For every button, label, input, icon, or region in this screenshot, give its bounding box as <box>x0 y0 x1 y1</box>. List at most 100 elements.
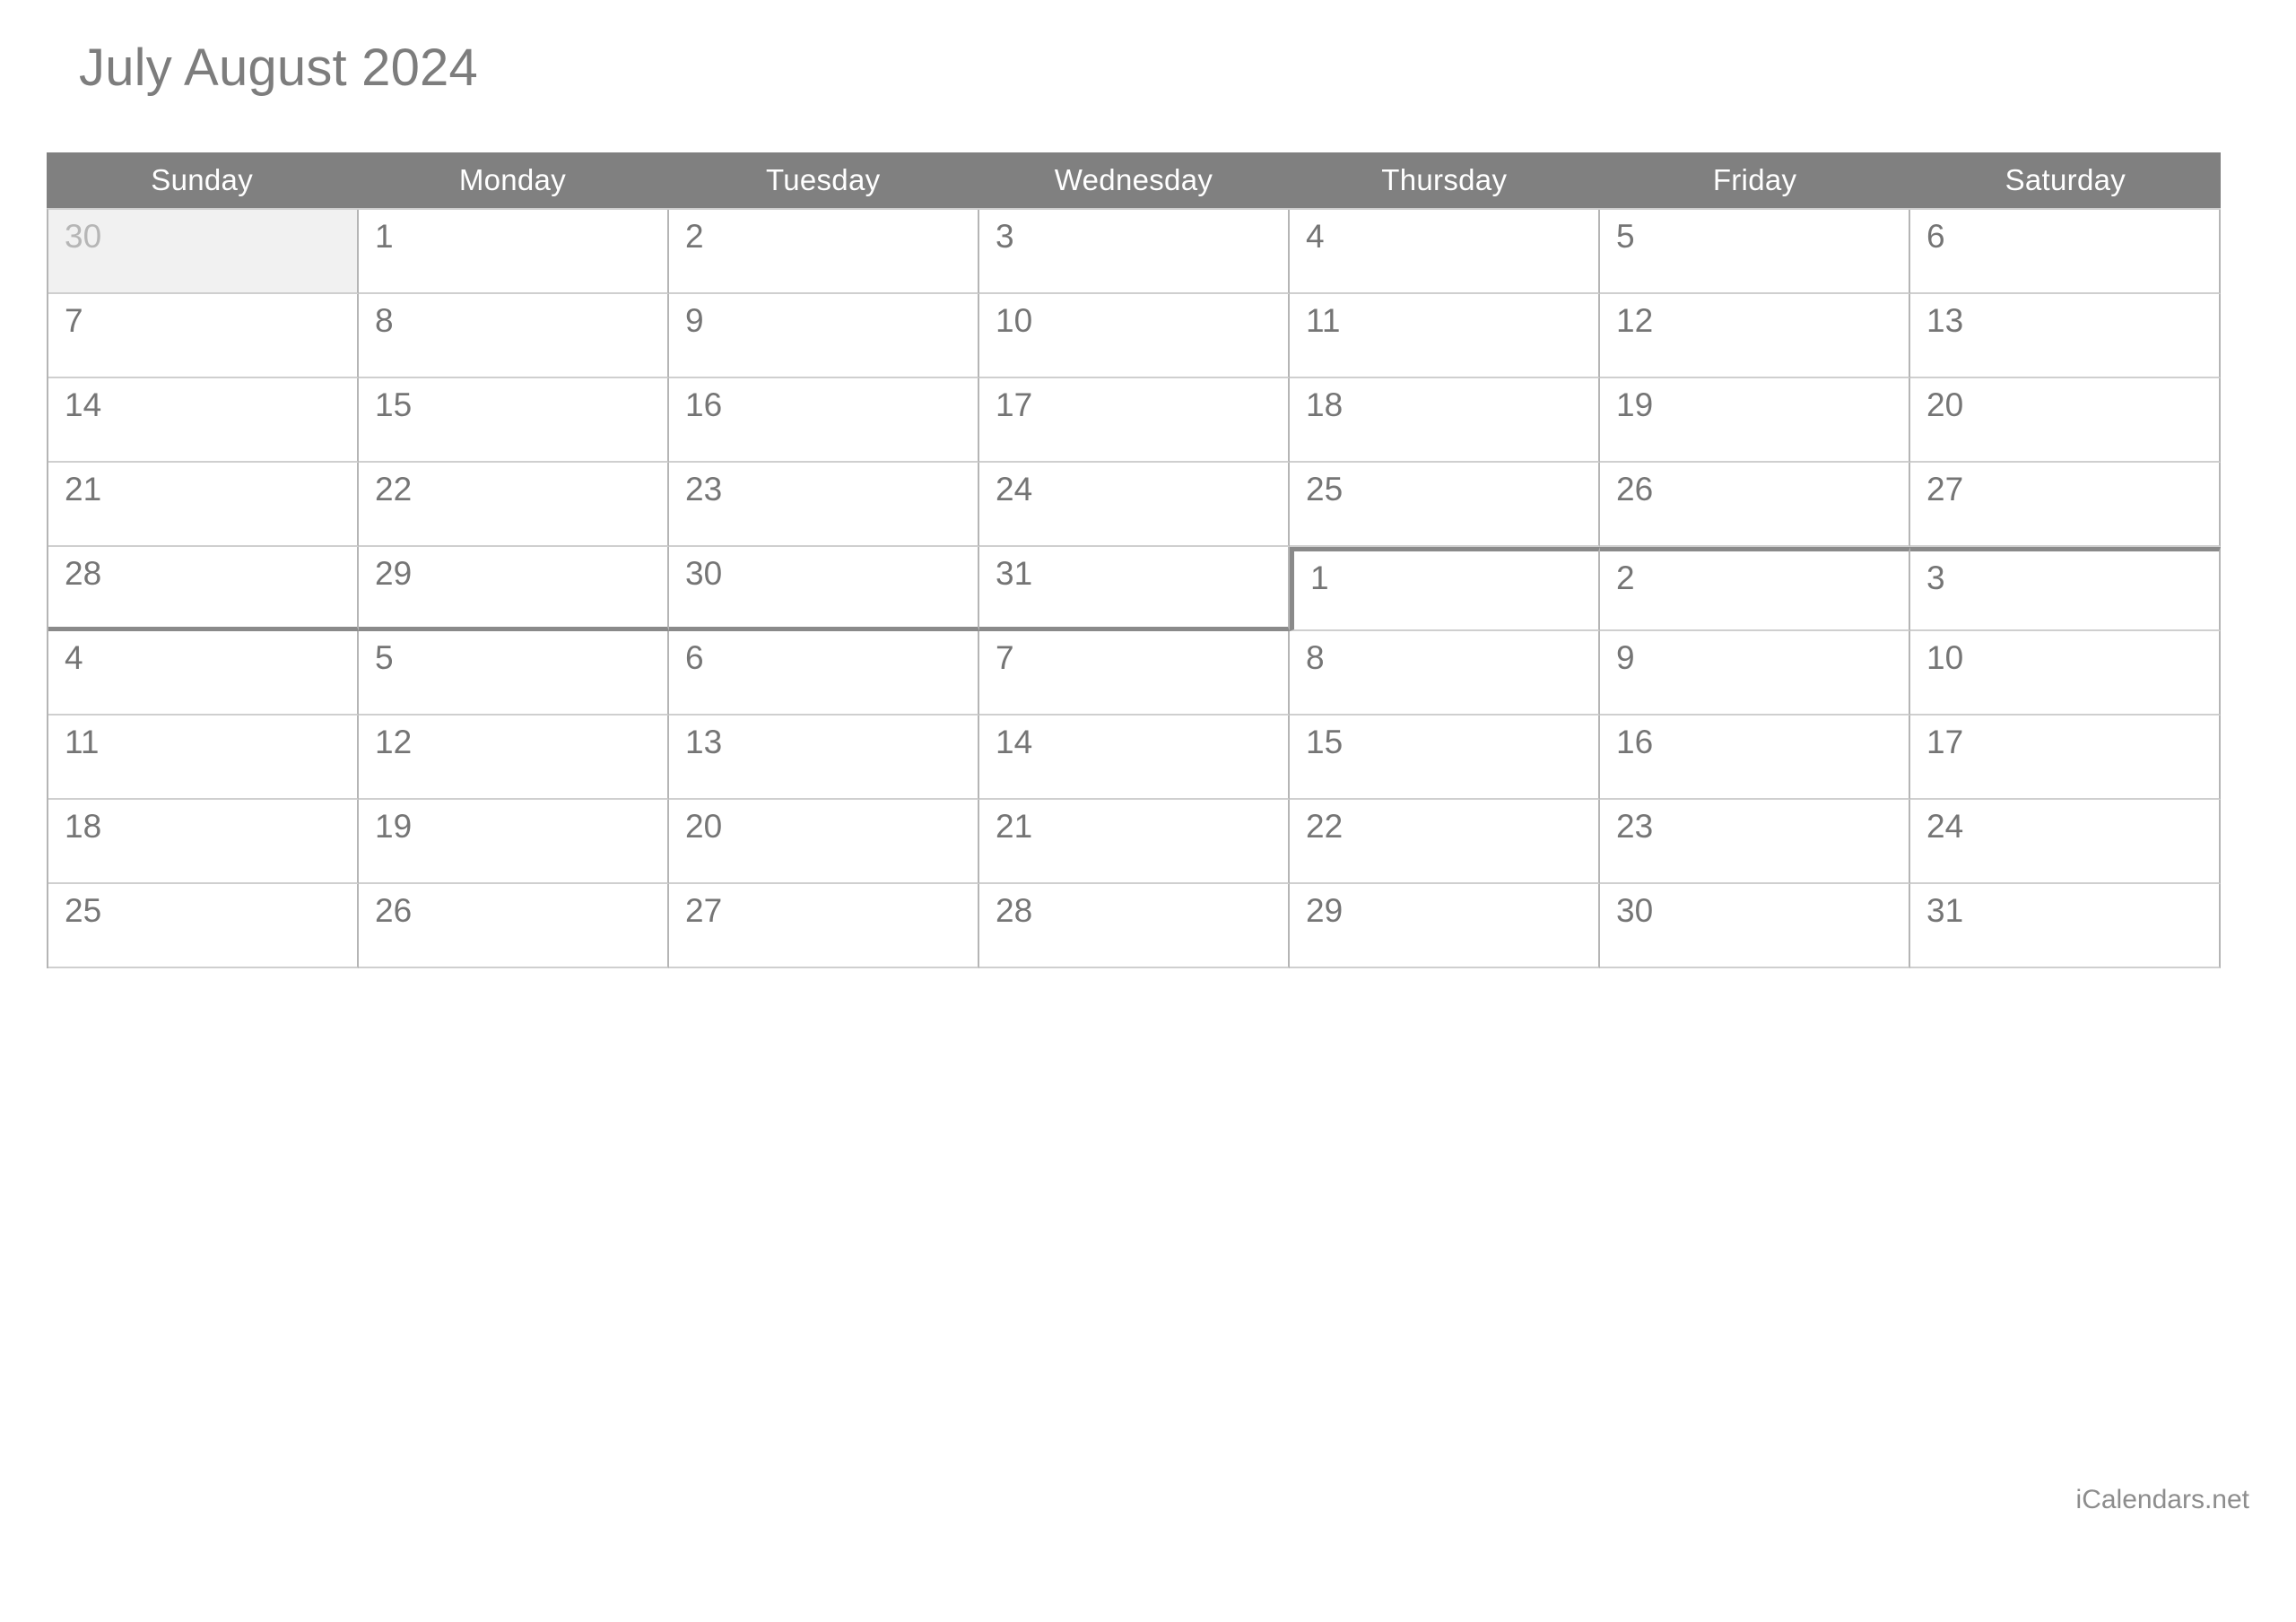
day-number: 26 <box>1616 471 1654 507</box>
day-cell[interactable]: 28 <box>979 884 1290 968</box>
day-cell[interactable]: 16 <box>1600 716 1910 800</box>
day-number: 11 <box>65 724 100 760</box>
day-cell[interactable]: 1 <box>359 210 669 294</box>
weekday-header-sunday: Sunday <box>151 163 253 196</box>
day-cell[interactable]: 10 <box>979 294 1290 378</box>
day-cell[interactable]: 28 <box>48 547 359 631</box>
day-cell[interactable]: 13 <box>1910 294 2221 378</box>
footer-attribution: iCalendars.net <box>2075 1485 2249 1514</box>
day-cell[interactable]: 27 <box>669 884 979 968</box>
day-cell[interactable]: 29 <box>359 547 669 631</box>
day-cell[interactable]: 2 <box>1600 547 1910 631</box>
weekday-header-saturday: Saturday <box>2005 163 2126 196</box>
day-cell[interactable]: 15 <box>1290 716 1600 800</box>
day-cell[interactable]: 30 <box>669 547 979 631</box>
day-cell[interactable]: 20 <box>1910 378 2221 463</box>
day-cell[interactable]: 6 <box>669 631 979 716</box>
day-cell[interactable]: 4 <box>1290 210 1600 294</box>
day-cell[interactable]: 1 <box>1290 547 1600 631</box>
day-cell[interactable]: 8 <box>1290 631 1600 716</box>
day-number: 11 <box>1306 302 1341 339</box>
day-cell[interactable]: 31 <box>1910 884 2221 968</box>
day-cell[interactable]: 17 <box>979 378 1290 463</box>
day-cell[interactable]: 10 <box>1910 631 2221 716</box>
day-cell[interactable]: 7 <box>48 294 359 378</box>
day-cell[interactable]: 21 <box>48 463 359 547</box>
day-cell[interactable]: 23 <box>1600 800 1910 884</box>
day-cell[interactable]: 31 <box>979 547 1290 631</box>
day-cell[interactable]: 27 <box>1910 463 2221 547</box>
day-number: 31 <box>996 555 1033 592</box>
day-cell[interactable]: 30 <box>1600 884 1910 968</box>
day-cell[interactable]: 15 <box>359 378 669 463</box>
day-cell[interactable]: 5 <box>359 631 669 716</box>
day-cell[interactable]: 25 <box>1290 463 1600 547</box>
calendar-grid: Sunday Monday Tuesday Wednesday Thursday Frid… <box>47 152 2221 968</box>
day-cell[interactable]: 24 <box>1910 800 2221 884</box>
day-number: 15 <box>375 386 413 423</box>
day-cell[interactable]: 12 <box>359 716 669 800</box>
day-cell[interactable]: 3 <box>1910 547 2221 631</box>
day-number: 29 <box>375 555 413 592</box>
day-number: 16 <box>1616 724 1654 760</box>
day-cell[interactable]: 18 <box>48 800 359 884</box>
day-number: 2 <box>1616 559 1635 596</box>
day-number: 9 <box>1616 639 1635 676</box>
day-cell[interactable]: 26 <box>1600 463 1910 547</box>
day-cell[interactable]: 26 <box>359 884 669 968</box>
day-cell[interactable]: 19 <box>1600 378 1910 463</box>
weekday-header-row: Sunday Monday Tuesday Wednesday Thursday Frid… <box>47 152 2221 208</box>
day-cell[interactable]: 20 <box>669 800 979 884</box>
day-cell[interactable]: 5 <box>1600 210 1910 294</box>
day-number: 18 <box>1306 386 1344 423</box>
day-cell[interactable]: 23 <box>669 463 979 547</box>
day-cell[interactable]: 11 <box>1290 294 1600 378</box>
day-number: 27 <box>685 892 723 929</box>
day-cell[interactable]: 6 <box>1910 210 2221 294</box>
day-cell[interactable]: 8 <box>359 294 669 378</box>
day-cell[interactable]: 22 <box>1290 800 1600 884</box>
day-cell[interactable]: 14 <box>979 716 1290 800</box>
day-cell[interactable]: 12 <box>1600 294 1910 378</box>
day-cell[interactable]: 30 <box>48 210 359 294</box>
day-cell[interactable]: 4 <box>48 631 359 716</box>
day-cell[interactable]: 9 <box>669 294 979 378</box>
day-cell[interactable]: 13 <box>669 716 979 800</box>
day-number: 10 <box>1926 639 1964 676</box>
day-cell[interactable]: 25 <box>48 884 359 968</box>
day-number: 5 <box>1616 218 1635 255</box>
day-cell[interactable]: 24 <box>979 463 1290 547</box>
day-number: 4 <box>65 639 83 676</box>
day-number: 8 <box>375 302 394 339</box>
day-cell[interactable]: 2 <box>669 210 979 294</box>
day-cell[interactable]: 18 <box>1290 378 1600 463</box>
day-number: 25 <box>1306 471 1344 507</box>
day-cell[interactable]: 7 <box>979 631 1290 716</box>
calendar-page: July August 2024 Sunday Monday Tuesday Wedn… <box>0 0 2296 1622</box>
day-number: 10 <box>996 302 1033 339</box>
day-cell[interactable]: 16 <box>669 378 979 463</box>
day-cell[interactable]: 22 <box>359 463 669 547</box>
day-cell[interactable]: 19 <box>359 800 669 884</box>
day-number: 19 <box>1616 386 1654 423</box>
day-number: 20 <box>1926 386 1964 423</box>
day-number: 13 <box>685 724 723 760</box>
day-cell[interactable]: 29 <box>1290 884 1600 968</box>
day-number: 15 <box>1306 724 1344 760</box>
day-cell[interactable]: 9 <box>1600 631 1910 716</box>
day-number: 30 <box>685 555 723 592</box>
day-number: 19 <box>375 808 413 845</box>
day-number: 30 <box>1616 892 1654 929</box>
day-cell[interactable]: 3 <box>979 210 1290 294</box>
weekday-header-tuesday: Tuesday <box>765 163 881 196</box>
day-number: 9 <box>685 302 704 339</box>
day-cell[interactable]: 11 <box>48 716 359 800</box>
day-number: 18 <box>65 808 102 845</box>
day-number: 21 <box>65 471 102 507</box>
day-cell[interactable]: 21 <box>979 800 1290 884</box>
day-cell[interactable]: 17 <box>1910 716 2221 800</box>
day-number: 22 <box>1306 808 1344 845</box>
day-cell[interactable]: 14 <box>48 378 359 463</box>
day-number: 8 <box>1306 639 1325 676</box>
day-number: 22 <box>375 471 413 507</box>
